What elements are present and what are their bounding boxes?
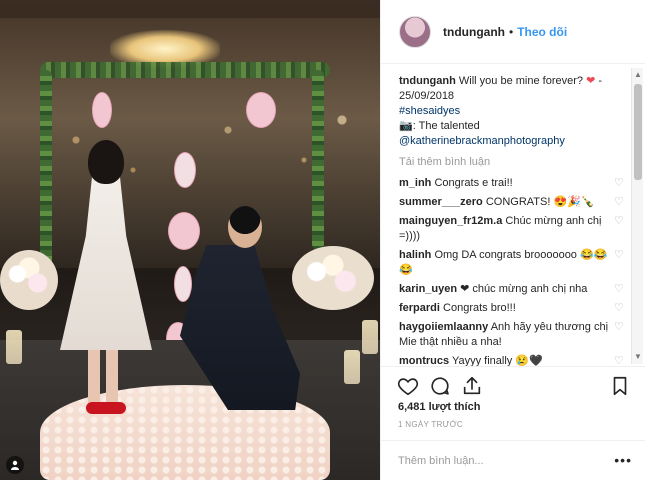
like-count[interactable]: 6,481 lượt thích (398, 401, 480, 413)
comment-list[interactable]: tndunganh Will you be mine forever? ❤ - … (381, 64, 645, 366)
woman-legs (88, 348, 118, 408)
flower-arrangement-right (292, 246, 374, 310)
flower-arrangement-left (0, 250, 58, 310)
heart-outline-icon[interactable]: ♡ (614, 249, 626, 261)
more-options-icon[interactable]: ••• (614, 452, 632, 468)
comment-item: m_inh Congrats e trai!! ♡ (399, 176, 632, 191)
floral-arch-right (312, 70, 324, 250)
comment-scrollbar[interactable]: ▲ ▼ (631, 68, 643, 364)
heart-outline-icon[interactable]: ♡ (614, 215, 626, 227)
man-head (228, 206, 262, 248)
action-bar (381, 366, 645, 400)
hanging-card (92, 92, 112, 128)
comment-text: Omg DA congrats brooooooo 😂😂😂 (399, 249, 608, 276)
red-shoes (86, 402, 126, 414)
comment-item: montrucs Yayyy finally 😢🖤 ♡ (399, 354, 632, 366)
comment-text: Yayyy finally 😢🖤 (451, 355, 543, 366)
share-icon[interactable] (461, 375, 483, 397)
comment-username[interactable]: m_inh (399, 177, 431, 189)
comment-username[interactable]: summer___zero (399, 196, 483, 208)
comment-text: Congrats e trai!! (434, 177, 513, 189)
hanging-card (168, 212, 200, 250)
candle (362, 320, 378, 354)
load-more-comments[interactable]: Tải thêm bình luận (399, 155, 632, 170)
woman-head (88, 140, 124, 184)
comment-text: ❤ chúc mừng anh chị nha (460, 283, 588, 295)
post-timestamp: 1 NGÀY TRƯỚC (398, 420, 464, 429)
candle (6, 330, 22, 364)
caption-text: Will you be mine forever? (458, 75, 583, 87)
comment-item: summer___zero CONGRATS! 😍🎉🍾 ♡ (399, 195, 632, 210)
comment-item: mainguyen_fr12m.a Chúc mừng anh chị =)))… (399, 214, 632, 244)
comment-item: haygoiiemlaanny Anh hãy yêu thương chị M… (399, 320, 632, 350)
comment-username[interactable]: karin_uyen (399, 283, 457, 295)
hanging-card (174, 152, 196, 188)
caption-heart-emoji: ❤ (586, 75, 596, 87)
comment-bubble-icon[interactable] (429, 375, 451, 397)
hashtag-link[interactable]: #shesaidyes (399, 105, 460, 117)
comment-item: ferpardi Congrats bro!!! ♡ (399, 301, 632, 316)
header-username[interactable]: tndunganh (443, 25, 505, 39)
user-tag-icon[interactable] (6, 456, 24, 474)
hanging-card (174, 266, 192, 302)
credit-handle-link[interactable]: @katherinebrackmanphotography (399, 135, 565, 147)
post-photo[interactable] (0, 0, 380, 480)
add-comment-input[interactable]: Thêm bình luận... (398, 455, 484, 467)
floral-arch-top (40, 62, 330, 78)
hanging-card (246, 92, 276, 128)
comment-username[interactable]: halinh (399, 249, 431, 261)
comment-username[interactable]: haygoiiemlaanny (399, 321, 488, 333)
post-caption: tndunganh Will you be mine forever? ❤ - … (399, 74, 632, 149)
follow-button[interactable]: Theo dõi (517, 25, 567, 39)
credit-text: : The talented (412, 120, 480, 132)
comment-text: CONGRATS! 😍🎉🍾 (485, 196, 595, 208)
comment-text: Congrats bro!!! (443, 302, 516, 314)
avatar[interactable] (399, 15, 431, 48)
post-header: tndunganh • Theo dõi (381, 0, 645, 64)
add-comment-bar: Thêm bình luận... ••• (381, 440, 645, 480)
scrollbar-thumb[interactable] (634, 84, 642, 180)
candle (344, 350, 360, 384)
comment-item: karin_uyen ❤ chúc mừng anh chị nha ♡ (399, 282, 632, 297)
comment-username[interactable]: mainguyen_fr12m.a (399, 215, 502, 227)
heart-outline-icon[interactable]: ♡ (614, 177, 626, 189)
heart-outline-icon[interactable]: ♡ (614, 355, 626, 366)
scroll-up-arrow-icon[interactable]: ▲ (634, 70, 642, 80)
comment-item: halinh Omg DA congrats brooooooo 😂😂😂 ♡ (399, 248, 632, 278)
bookmark-icon[interactable] (609, 375, 631, 397)
camera-icon: 📷 (399, 120, 413, 132)
heart-outline-icon[interactable]: ♡ (614, 321, 626, 333)
heart-outline-icon[interactable] (397, 375, 419, 397)
heart-outline-icon[interactable]: ♡ (614, 196, 626, 208)
header-separator: • (508, 24, 514, 39)
comment-username[interactable]: montrucs (399, 355, 449, 366)
comment-username[interactable]: ferpardi (399, 302, 440, 314)
scroll-down-arrow-icon[interactable]: ▼ (634, 352, 642, 362)
caption-username[interactable]: tndunganh (399, 75, 456, 87)
post-sidebar: tndunganh • Theo dõi tndunganh Will you … (380, 0, 645, 480)
heart-outline-icon[interactable]: ♡ (614, 283, 626, 295)
heart-outline-icon[interactable]: ♡ (614, 302, 626, 314)
